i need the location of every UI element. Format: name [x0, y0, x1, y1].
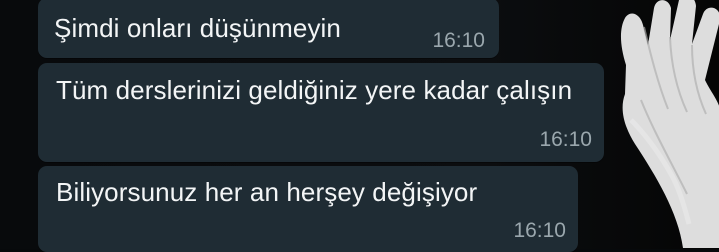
raised-hand-wallpaper-icon [621, 0, 719, 248]
message-timestamp: 16:10 [513, 219, 566, 242]
message-timestamp: 16:10 [432, 29, 485, 52]
chat-background: Şimdi onları düşünmeyin 16:10 Tüm dersle… [0, 0, 719, 252]
message-bubble[interactable]: Tüm derslerinizi geldiğiniz yere kadar ç… [38, 63, 604, 162]
message-text: Biliyorsunuz her an herşey değişiyor [56, 177, 478, 207]
message-timestamp: 16:10 [539, 128, 592, 151]
message-bubble[interactable]: Şimdi onları düşünmeyin 16:10 [38, 0, 499, 58]
message-text: Tüm derslerinizi geldiğiniz yere kadar ç… [56, 75, 573, 105]
message-bubble[interactable]: Biliyorsunuz her an herşey değişiyor 16:… [38, 166, 578, 252]
message-text: Şimdi onları düşünmeyin [54, 13, 341, 43]
